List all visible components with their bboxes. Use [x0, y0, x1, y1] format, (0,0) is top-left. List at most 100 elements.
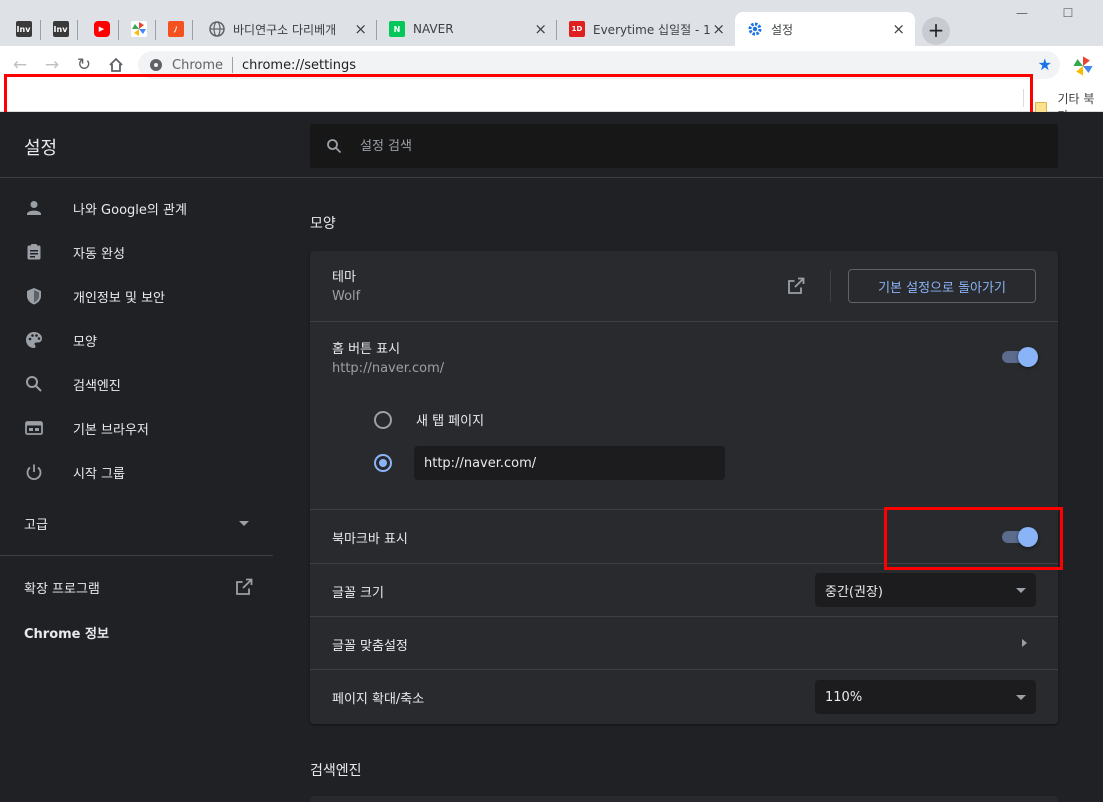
sidebar-item-label: 개인정보 및 보안: [73, 290, 165, 306]
reload-icon[interactable]: ↻: [73, 54, 95, 76]
bookmarks-bar-row: 북마크바 표시: [310, 510, 1058, 564]
section-title-appearance: 모양: [310, 216, 336, 232]
home-icon[interactable]: [105, 54, 127, 76]
browser-window-icon: [25, 421, 43, 435]
section-title-search-engine: 검색엔진: [310, 763, 362, 779]
customize-fonts-label: 글꼴 맞춤설정: [332, 639, 408, 654]
close-icon[interactable]: ×: [354, 21, 367, 37]
radio-new-tab-page[interactable]: 새 탭 페이지: [374, 410, 484, 429]
naver-icon: N: [389, 21, 405, 37]
radio-new-tab-label: 새 탭 페이지: [416, 414, 485, 429]
person-icon: [27, 201, 41, 215]
sidebar-item-extensions[interactable]: 확장 프로그램: [24, 577, 254, 597]
theme-label: 테마: [332, 270, 356, 285]
pinwheel-icon: [130, 21, 147, 37]
extensions-label: 확장 프로그램: [24, 581, 100, 597]
minimize-icon[interactable]: —: [1012, 6, 1032, 22]
search-icon: [26, 376, 42, 392]
search-icon: [327, 139, 342, 154]
sidebar-item-about-chrome[interactable]: Chrome 정보: [24, 623, 109, 642]
sidebar-item-people[interactable]: 나와 Google의 관계: [0, 188, 273, 228]
page-zoom-value: 110%: [825, 689, 863, 705]
home-button-label: 홈 버튼 표시: [332, 342, 401, 357]
radio-button-selected[interactable]: [374, 454, 392, 472]
close-icon[interactable]: ×: [892, 21, 905, 37]
pinned-tab-youtube[interactable]: ▶: [84, 12, 119, 46]
reset-theme-button[interactable]: 기본 설정으로 돌아가기: [848, 269, 1036, 303]
folder-icon: [1035, 101, 1048, 113]
browser-toolbar: ← → ↻ Chrome chrome://settings ★: [0, 46, 1103, 84]
tab-settings[interactable]: 설정 ×: [735, 12, 915, 46]
sidebar-item-label: 모양: [73, 334, 97, 350]
font-size-label: 글꼴 크기: [332, 586, 384, 601]
settings-header: 설정: [0, 112, 1103, 178]
sidebar-item-label: 자동 완성: [73, 246, 125, 262]
maximize-icon[interactable]: ☐: [1058, 6, 1078, 22]
back-arrow-icon[interactable]: ←: [9, 54, 31, 76]
bookmark-star-icon[interactable]: ★: [1038, 55, 1052, 74]
pinned-tab-inven-1[interactable]: Inv: [6, 12, 41, 46]
sidebar-item-default-browser[interactable]: 기본 브라우저: [0, 408, 273, 448]
url-text[interactable]: chrome://settings: [242, 58, 356, 73]
advanced-label: 고급: [24, 518, 48, 533]
font-size-select[interactable]: 중간(권장): [815, 573, 1036, 607]
page-zoom-label: 페이지 확대/축소: [332, 692, 425, 707]
tab-title: 설정: [771, 22, 794, 37]
chrome-site-icon: [150, 59, 162, 71]
tab-naver[interactable]: N NAVER ×: [377, 12, 557, 46]
page-zoom-row: 페이지 확대/축소 110%: [310, 670, 1058, 724]
home-url-input[interactable]: [414, 446, 725, 480]
new-tab-button[interactable]: +: [922, 17, 950, 45]
sidebar-item-privacy[interactable]: 개인정보 및 보안: [0, 276, 273, 316]
font-size-row: 글꼴 크기 중간(권장): [310, 564, 1058, 617]
sidebar-item-on-startup[interactable]: 시작 그룹: [0, 452, 273, 492]
youtube-icon: ▶: [93, 21, 110, 37]
tab-everytime[interactable]: 1D Everytime 십일절 - 1 ×: [557, 12, 735, 46]
home-button-row: 홈 버튼 표시 http://naver.com/ 새 탭 페이지: [310, 322, 1058, 510]
pinned-tab-inven-2[interactable]: Inv: [43, 12, 78, 46]
settings-sidebar: 나와 Google의 관계 자동 완성 개인정보 및 보안 모양 검색엔진 기본…: [0, 179, 273, 802]
close-icon[interactable]: ×: [712, 21, 725, 37]
bookmarks-bar-toggle[interactable]: [1002, 527, 1038, 547]
site-label: Chrome: [172, 57, 223, 73]
palette-icon: [26, 332, 42, 348]
everytime-icon: 1D: [569, 21, 585, 37]
bookmarks-bar-label: 북마크바 표시: [332, 532, 408, 547]
close-icon[interactable]: ×: [534, 21, 547, 37]
pinned-tab-pinwheel[interactable]: [121, 12, 156, 46]
inven-icon: Inv: [52, 21, 69, 37]
open-in-new-icon: [236, 578, 253, 595]
radio-button[interactable]: [374, 410, 392, 429]
sidebar-item-appearance[interactable]: 모양: [0, 320, 273, 360]
open-in-new-icon[interactable]: [786, 276, 806, 296]
tab-strip: Inv Inv ▶ ﾉ 바디연구소 다리베개 × N NAVER × 1D Ev…: [0, 0, 1103, 46]
orange-app-icon: ﾉ: [167, 21, 184, 37]
address-bar[interactable]: Chrome chrome://settings ★: [138, 51, 1060, 79]
dropdown-arrow-icon: [1016, 587, 1026, 593]
sidebar-item-label: 나와 Google의 관계: [73, 202, 187, 218]
radio-custom-url[interactable]: [374, 446, 725, 480]
clipboard-icon: [27, 244, 41, 260]
sidebar-item-autofill[interactable]: 자동 완성: [0, 232, 273, 272]
settings-gear-icon: [747, 21, 763, 37]
shield-icon: [27, 288, 41, 305]
page-zoom-select[interactable]: 110%: [815, 680, 1036, 714]
chevron-down-icon: [239, 521, 249, 526]
sidebar-item-label: 기본 브라우저: [73, 422, 149, 438]
settings-main: 모양 테마 Wolf 기본 설정으로 돌아가기 홈 버튼 표시 http://n…: [310, 179, 1058, 802]
profile-pinwheel-icon[interactable]: [1072, 55, 1094, 77]
search-input[interactable]: [360, 138, 960, 154]
pinned-tab-orange[interactable]: ﾉ: [158, 12, 193, 46]
home-button-toggle[interactable]: [1002, 347, 1038, 367]
tab-bodylab[interactable]: 바디연구소 다리베개 ×: [197, 12, 377, 46]
settings-search[interactable]: [310, 124, 1058, 168]
theme-row: 테마 Wolf 기본 설정으로 돌아가기: [310, 251, 1058, 322]
customize-fonts-row[interactable]: 글꼴 맞춤설정: [310, 617, 1058, 670]
chevron-right-icon: [1022, 639, 1027, 647]
sidebar-item-search-engine[interactable]: 검색엔진: [0, 364, 273, 404]
theme-value: Wolf: [332, 289, 361, 304]
sidebar-advanced-toggle[interactable]: 고급: [24, 514, 249, 533]
appearance-card: 테마 Wolf 기본 설정으로 돌아가기 홈 버튼 표시 http://nave…: [310, 251, 1058, 724]
forward-arrow-icon[interactable]: →: [41, 54, 63, 76]
dropdown-arrow-icon: [1016, 694, 1026, 700]
